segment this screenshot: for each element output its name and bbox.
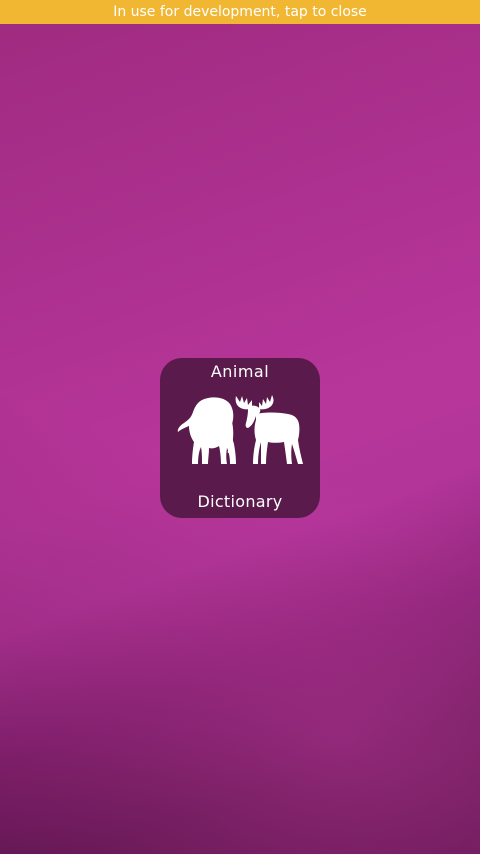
- logo-title-bottom: Dictionary: [197, 492, 283, 511]
- moose-icon: [235, 395, 303, 464]
- splash-screen: In use for development, tap to close Ani…: [0, 0, 480, 854]
- logo-title-top: Animal: [210, 362, 270, 381]
- elephant-icon: [177, 397, 236, 464]
- dev-mode-banner[interactable]: In use for development, tap to close: [0, 0, 480, 24]
- app-logo: Animal Dictionary: [160, 358, 320, 518]
- logo-artwork: [177, 395, 303, 464]
